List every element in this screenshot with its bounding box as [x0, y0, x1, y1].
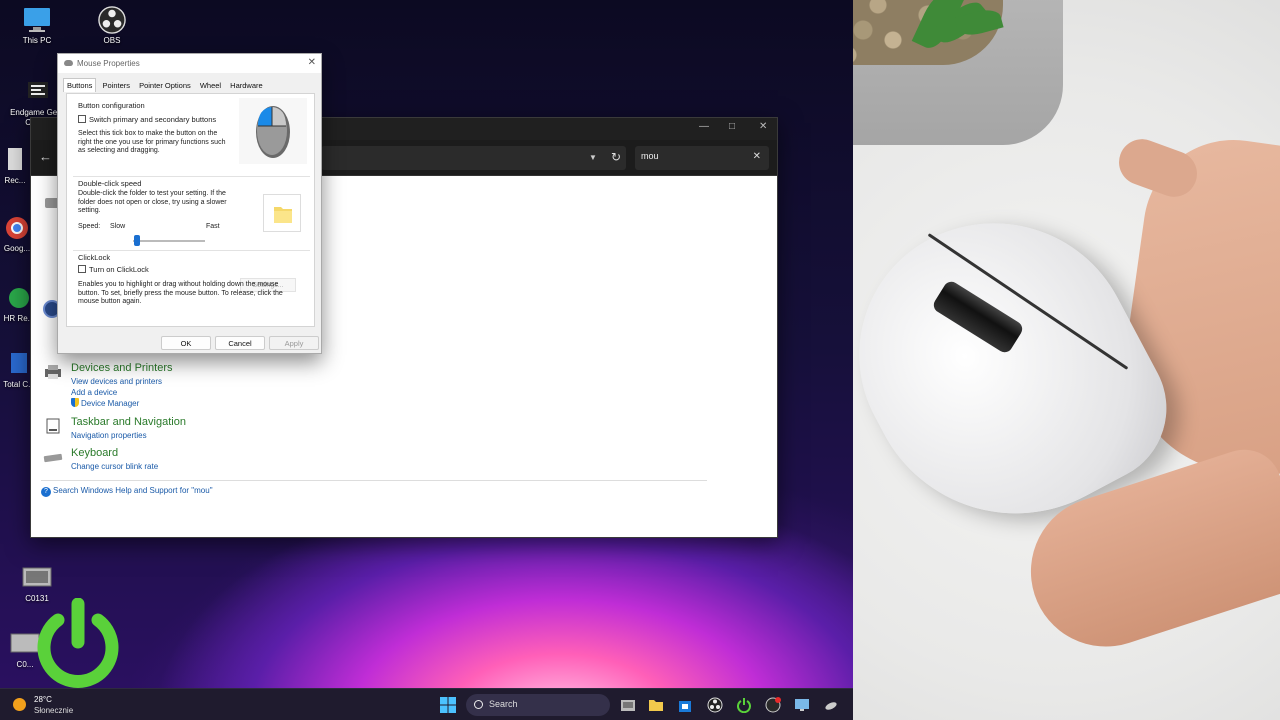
search-input[interactable]: mou ✕ — [635, 146, 769, 170]
chrome-icon — [6, 217, 28, 239]
tab-pointer-options[interactable]: Pointer Options — [136, 79, 194, 92]
link-device-manager[interactable]: Device Manager — [71, 398, 173, 409]
windows-start-icon[interactable] — [440, 697, 456, 713]
speed-label: Speed: — [78, 223, 101, 230]
group-keyboard: Keyboard Change cursor blink rate — [43, 447, 158, 472]
group-taskbar-navigation: Taskbar and Navigation Navigation proper… — [46, 416, 186, 441]
buttons-tab-page: Button configuration Switch primary and … — [66, 93, 315, 327]
mouse-app-icon[interactable] — [823, 697, 839, 713]
remote-desktop-icon[interactable] — [794, 697, 810, 713]
link-view-devices[interactable]: View devices and printers — [71, 376, 173, 387]
camera-feed-photo — [853, 0, 1280, 720]
desktop: This PC OBS Endgame Ge... Conf... Rec...… — [0, 0, 853, 688]
section-divider — [73, 176, 310, 177]
help-link-label: Search Windows Help and Support for "mou… — [53, 486, 213, 495]
taskbar-search[interactable]: Search — [466, 694, 610, 716]
group-heading[interactable]: Taskbar and Navigation — [71, 416, 186, 428]
section-title: ClickLock — [78, 253, 111, 262]
checkbox-box[interactable] — [78, 265, 86, 273]
group-heading[interactable]: Devices and Printers — [71, 362, 173, 374]
clear-search-icon[interactable]: ✕ — [753, 151, 761, 162]
help-link[interactable]: ? Search Windows Help and Support for "mo… — [41, 486, 213, 497]
mouse-icon — [64, 60, 73, 66]
dialog-title: Mouse Properties — [77, 59, 140, 68]
ok-button[interactable]: OK — [161, 336, 211, 350]
weather-temperature: 28°C — [34, 695, 52, 704]
cancel-button[interactable]: Cancel — [215, 336, 265, 350]
weather-description: Słonecznie — [34, 706, 74, 715]
clicklock-description: Enables you to highlight or drag without… — [78, 281, 283, 305]
chevron-down-icon[interactable]: ▼ — [589, 153, 597, 162]
link-add-device[interactable]: Add a device — [71, 387, 173, 398]
help-icon: ? — [41, 487, 51, 497]
sun-icon — [13, 698, 26, 711]
taskbar-icon — [46, 418, 60, 434]
refresh-icon[interactable]: ↻ — [611, 150, 621, 164]
store-icon[interactable] — [677, 697, 693, 713]
tab-wheel[interactable]: Wheel — [197, 79, 224, 92]
maximize-icon[interactable]: □ — [729, 121, 735, 132]
apply-button[interactable]: Apply — [269, 336, 319, 350]
divider — [41, 480, 707, 481]
folder-icon[interactable] — [648, 697, 664, 713]
obs-icon — [98, 6, 126, 34]
section-title: Button configuration — [78, 101, 145, 110]
taskbar: 28°C Słonecznie Search — [0, 688, 853, 720]
keyboard-icon — [43, 453, 63, 463]
shield-icon — [71, 398, 79, 407]
slow-label: Slow — [110, 223, 126, 230]
link-cursor-blink-rate[interactable]: Change cursor blink rate — [71, 461, 158, 472]
desktop-icon-obs[interactable]: OBS — [77, 6, 147, 46]
desktop-icon-label: OBS — [103, 36, 121, 45]
search-icon — [474, 700, 483, 709]
obs-icon[interactable] — [707, 697, 723, 713]
desktop-icon-label: This PC — [22, 36, 52, 45]
mouse-preview — [239, 98, 307, 164]
fast-label: Fast — [206, 223, 220, 230]
desktop-icon-this-pc[interactable]: This PC — [2, 6, 72, 46]
file-icon — [8, 148, 22, 170]
mouse-illustration-icon — [256, 106, 290, 158]
tab-hardware[interactable]: Hardware — [227, 79, 266, 92]
switch-buttons-checkbox[interactable]: Switch primary and secondary buttons — [78, 115, 216, 124]
tab-pointers[interactable]: Pointers — [100, 79, 134, 92]
speed-slider-track[interactable] — [133, 240, 205, 242]
checkbox-label: Turn on ClickLock — [89, 265, 149, 274]
back-arrow-icon[interactable]: ← — [39, 149, 52, 164]
double-click-description: Double-click the folder to test your set… — [78, 190, 227, 214]
endgame-gear-icon — [28, 82, 48, 98]
checkbox-label: Switch primary and secondary buttons — [89, 115, 217, 124]
close-icon[interactable]: ✕ — [308, 57, 316, 68]
checkbox-box[interactable] — [78, 115, 86, 123]
clicklock-checkbox[interactable]: Turn on ClickLock — [78, 265, 149, 274]
desktop-icon-label: Rec... — [4, 176, 26, 185]
test-folder[interactable] — [263, 194, 301, 232]
group-devices-printers: Devices and Printers View devices and pr… — [45, 362, 173, 409]
folder-icon — [274, 207, 292, 223]
address-field[interactable] — [321, 146, 626, 170]
close-icon[interactable]: ✕ — [759, 121, 767, 132]
power-icon[interactable] — [736, 697, 752, 713]
video-file-icon — [22, 567, 52, 587]
section-divider — [73, 250, 310, 251]
power-logo-icon — [37, 598, 119, 688]
file-manager-icon[interactable] — [620, 697, 636, 713]
printer-icon — [45, 365, 61, 379]
speed-slider-thumb[interactable] — [133, 235, 140, 246]
tab-bar: Buttons Pointers Pointer Options Wheel H… — [63, 78, 266, 92]
link-navigation-properties[interactable]: Navigation properties — [71, 430, 186, 441]
dialog-titlebar: Mouse Properties ✕ — [58, 54, 321, 73]
tab-buttons[interactable]: Buttons — [63, 78, 97, 92]
search-placeholder: Search — [489, 699, 518, 709]
mouse-properties-dialog: Mouse Properties ✕ Buttons Pointers Poin… — [57, 53, 322, 354]
desktop-icon-label: Goog... — [3, 244, 31, 253]
link-device-manager-label: Device Manager — [81, 399, 140, 408]
search-value: mou — [641, 151, 659, 161]
recording-app-icon[interactable] — [765, 697, 781, 713]
button-config-description: Select this tick box to make the button … — [78, 130, 226, 154]
section-title: Double-click speed — [78, 179, 142, 188]
group-heading[interactable]: Keyboard — [71, 447, 158, 459]
monitor-icon — [24, 8, 50, 32]
minimize-icon[interactable]: — — [699, 121, 709, 132]
